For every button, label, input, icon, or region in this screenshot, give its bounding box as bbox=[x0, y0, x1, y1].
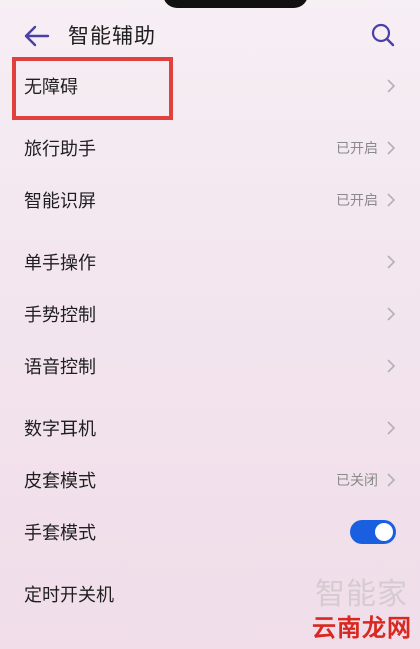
chevron-right-icon bbox=[387, 141, 396, 155]
setting-gesture-control[interactable]: 手势控制 bbox=[0, 288, 420, 340]
setting-travel-assistant[interactable]: 旅行助手 已开启 bbox=[0, 122, 420, 174]
setting-smart-screen-recognition[interactable]: 智能识屏 已开启 bbox=[0, 174, 420, 226]
page-title: 智能辅助 bbox=[68, 24, 156, 48]
setting-cover-mode[interactable]: 皮套模式 已关闭 bbox=[0, 454, 420, 506]
chevron-right-icon bbox=[387, 359, 396, 373]
back-arrow-icon bbox=[24, 25, 50, 47]
setting-status: 已开启 bbox=[336, 193, 378, 209]
setting-label: 智能识屏 bbox=[24, 191, 96, 212]
setting-label: 数字耳机 bbox=[24, 419, 96, 440]
settings-list: 无障碍 旅行助手 已开启 智能识屏 已开启 单手操作 手势控制 语音控制 数字耳… bbox=[0, 60, 420, 620]
toggle-knob bbox=[375, 523, 393, 541]
chevron-right-icon bbox=[387, 79, 396, 93]
setting-label: 单手操作 bbox=[24, 253, 96, 274]
setting-accessibility[interactable]: 无障碍 bbox=[0, 60, 420, 112]
search-icon bbox=[371, 23, 395, 47]
watermark-faint: 智能家 bbox=[315, 577, 408, 612]
setting-label: 语音控制 bbox=[24, 357, 96, 378]
chevron-right-icon bbox=[387, 421, 396, 435]
setting-status: 已关闭 bbox=[336, 473, 378, 489]
chevron-right-icon bbox=[387, 193, 396, 207]
setting-label: 手势控制 bbox=[24, 305, 96, 326]
chevron-right-icon bbox=[387, 473, 396, 487]
watermark: 云南龙网 bbox=[312, 614, 412, 642]
chevron-right-icon bbox=[387, 255, 396, 269]
setting-label: 无障碍 bbox=[24, 77, 78, 98]
top-app-bar: 智能辅助 bbox=[0, 0, 420, 68]
setting-voice-control[interactable]: 语音控制 bbox=[0, 340, 420, 392]
setting-label: 手套模式 bbox=[24, 523, 96, 544]
setting-glove-mode: 手套模式 bbox=[0, 506, 420, 558]
camera-notch bbox=[163, 0, 308, 8]
setting-one-hand-mode[interactable]: 单手操作 bbox=[0, 236, 420, 288]
back-button[interactable] bbox=[22, 22, 52, 50]
search-button[interactable] bbox=[370, 22, 396, 48]
chevron-right-icon bbox=[387, 307, 396, 321]
setting-status: 已开启 bbox=[336, 141, 378, 157]
setting-label: 皮套模式 bbox=[24, 471, 96, 492]
setting-label: 旅行助手 bbox=[24, 139, 96, 160]
setting-digital-earphones[interactable]: 数字耳机 bbox=[0, 402, 420, 454]
glove-mode-toggle[interactable] bbox=[350, 520, 396, 544]
